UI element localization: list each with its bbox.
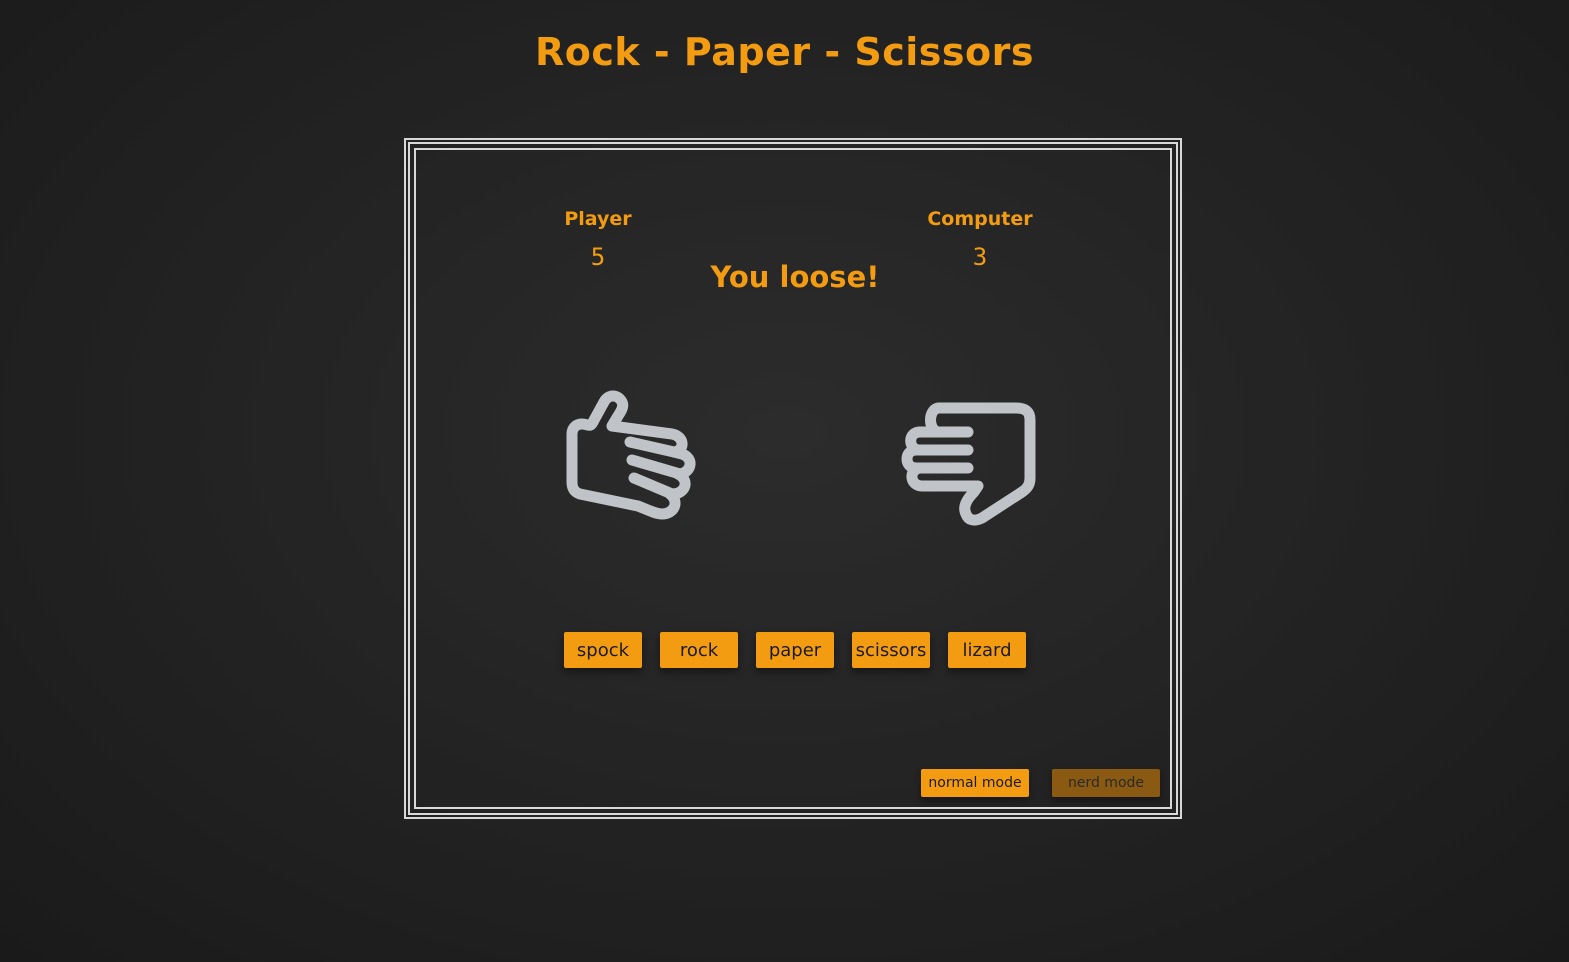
spock-button[interactable]: spock — [564, 632, 642, 668]
computer-hand-icon — [901, 402, 1036, 526]
game-board: Player 5 Computer 3 You loose! spock roc… — [404, 138, 1182, 819]
paper-button[interactable]: paper — [756, 632, 834, 668]
lizard-button[interactable]: lizard — [948, 632, 1026, 668]
normal-mode-button[interactable]: normal mode — [921, 769, 1029, 797]
nerd-mode-button[interactable]: nerd mode — [1052, 769, 1160, 797]
player-hand-icon — [566, 390, 696, 520]
computer-label: Computer — [927, 208, 1033, 230]
result-message: You loose! — [710, 260, 880, 294]
choice-buttons: spock rock paper scissors lizard — [564, 632, 1026, 668]
player-label: Player — [564, 208, 632, 230]
page-title: Rock - Paper - Scissors — [535, 30, 1034, 74]
scissors-button[interactable]: scissors — [852, 632, 930, 668]
rock-button[interactable]: rock — [660, 632, 738, 668]
